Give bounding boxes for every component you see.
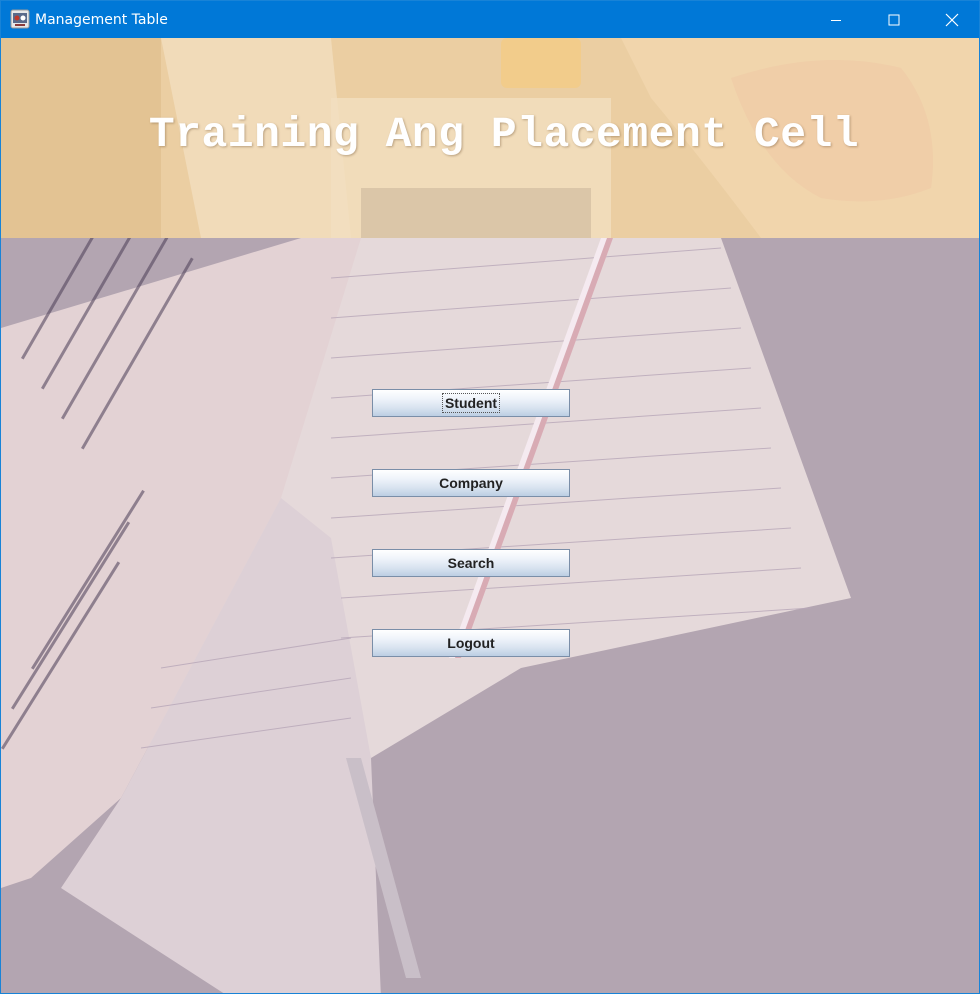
logout-button-label: Logout — [447, 635, 495, 651]
close-button[interactable] — [923, 1, 979, 38]
search-button-label: Search — [447, 555, 495, 571]
window-title: Management Table — [35, 12, 168, 28]
company-button-label: Company — [439, 475, 503, 491]
student-button-label: Student — [441, 393, 501, 413]
maximize-button[interactable] — [865, 1, 923, 38]
header-banner: Training Ang Placement Cell — [1, 38, 979, 238]
maximize-icon — [888, 14, 900, 25]
app-window: Management Table Training Ang Placement … — [0, 0, 980, 994]
minimize-button[interactable] — [807, 1, 865, 38]
book-notebook-background — [1, 238, 979, 993]
search-button[interactable]: Search — [372, 549, 570, 577]
minimize-icon — [831, 19, 841, 21]
title-bar[interactable]: Management Table — [1, 1, 979, 38]
main-panel: Student Company Search Logout — [1, 238, 979, 993]
student-button[interactable]: Student — [372, 389, 570, 417]
app-heading: Training Ang Placement Cell — [148, 110, 860, 159]
close-icon — [945, 13, 959, 26]
company-button[interactable]: Company — [372, 469, 570, 497]
logout-button[interactable]: Logout — [372, 629, 570, 657]
java-app-icon[interactable] — [10, 9, 30, 29]
